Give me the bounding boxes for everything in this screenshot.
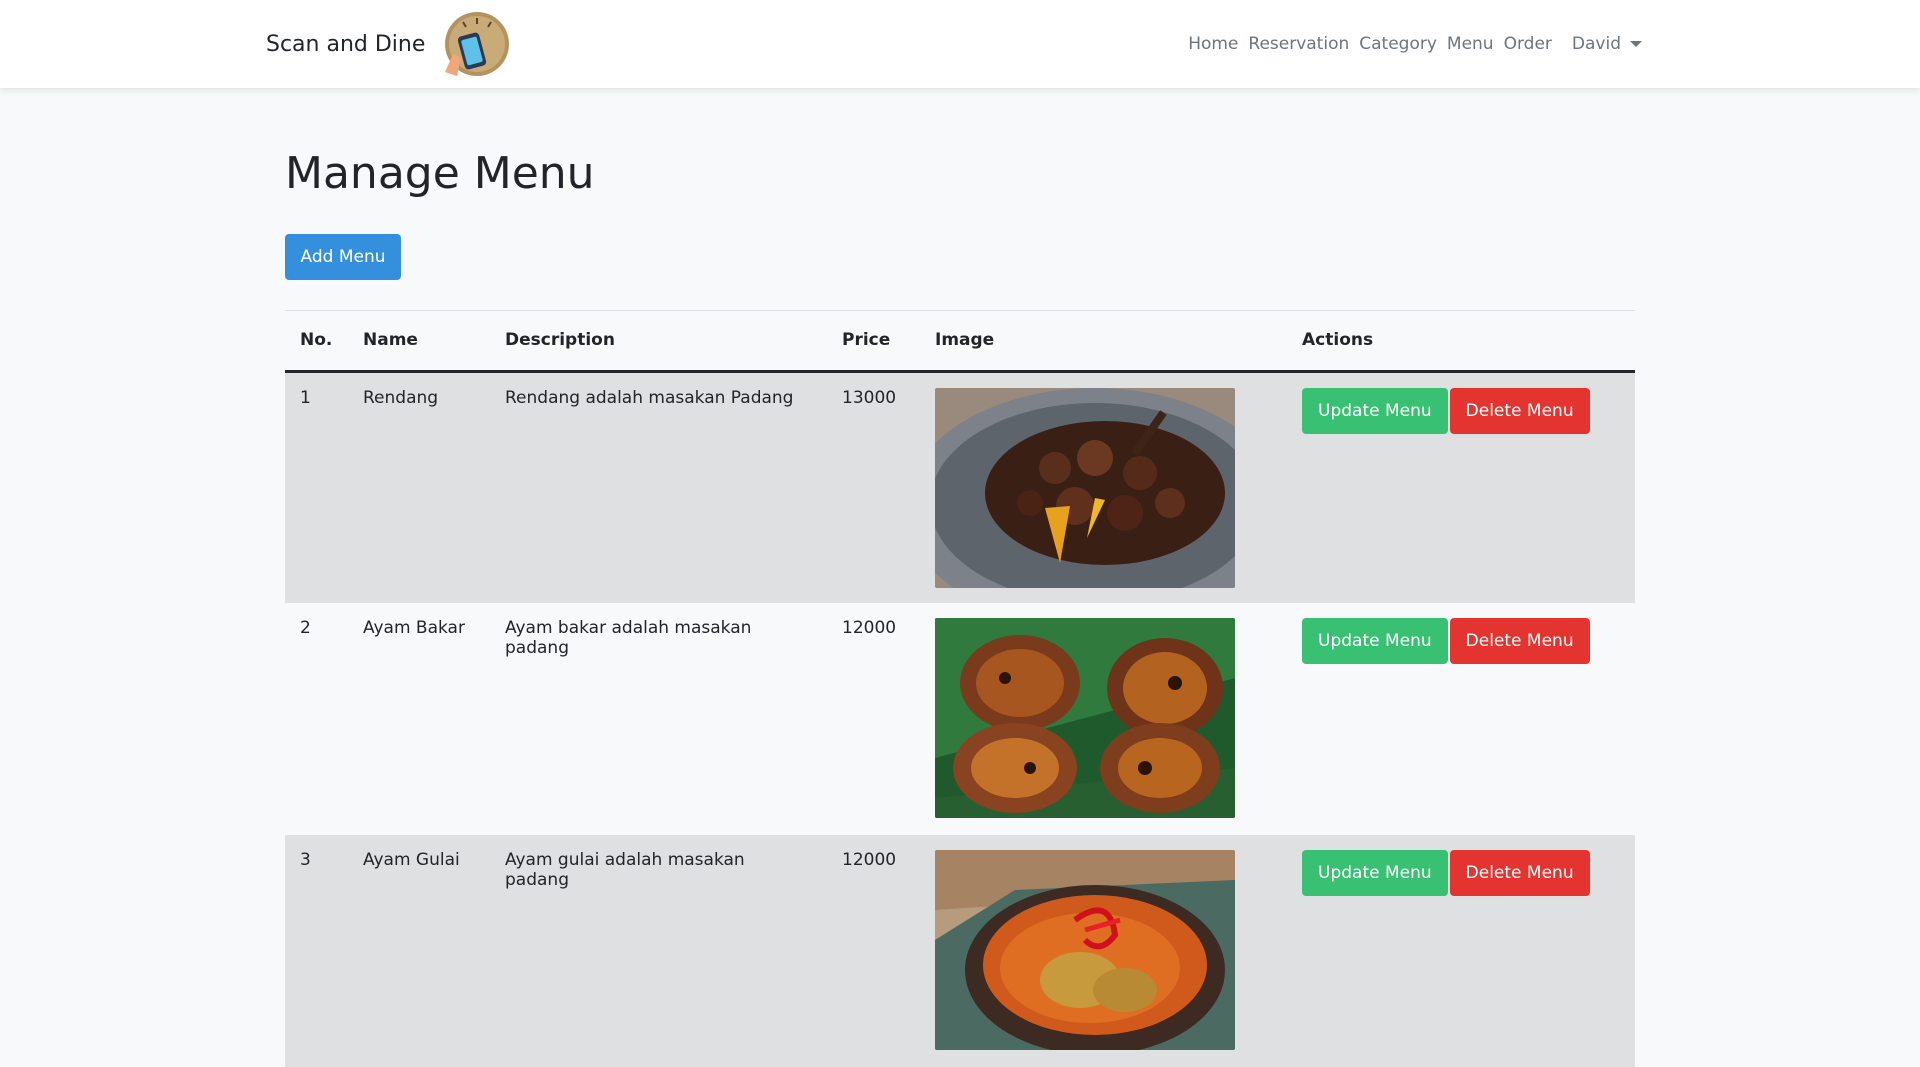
cell-actions: Update Menu Delete Menu: [1287, 371, 1635, 603]
header-no: No.: [285, 311, 348, 373]
nav-link-reservation[interactable]: Reservation: [1248, 34, 1349, 54]
delete-menu-button[interactable]: Delete Menu: [1449, 387, 1590, 434]
brand-link[interactable]: Scan and Dine: [266, 0, 511, 88]
ayam-gulai-image: [935, 850, 1235, 1050]
phone-clock-logo-icon: [443, 10, 511, 78]
update-menu-button[interactable]: Update Menu: [1302, 618, 1448, 664]
header-name: Name: [348, 311, 490, 373]
cell-image: [920, 835, 1287, 1067]
cell-no: 2: [300, 618, 311, 638]
cell-name: Ayam Gulai: [363, 850, 460, 870]
cell-no: 1: [300, 387, 311, 408]
cell-image: [920, 371, 1287, 603]
header-description: Description: [490, 311, 827, 373]
add-menu-button[interactable]: Add Menu: [285, 234, 401, 280]
cell-actions: Update Menu Delete Menu: [1287, 835, 1635, 1067]
page-title: Manage Menu: [285, 148, 595, 199]
table-row: 1 Rendang Rendang adalah masakan Padang …: [285, 371, 1635, 603]
cell-description: Ayam gulai adalah masakan padang: [505, 850, 745, 890]
nav-link-menu[interactable]: Menu: [1447, 34, 1494, 54]
cell-price: 12000: [842, 618, 897, 638]
brand-name: Scan and Dine: [266, 31, 426, 57]
caret-down-icon: [1630, 41, 1642, 47]
header-price: Price: [827, 311, 920, 373]
cell-description: Rendang adalah masakan Padang: [505, 387, 794, 408]
cell-image: [920, 603, 1287, 835]
user-name: David: [1571, 34, 1621, 54]
table-row: 2 Ayam Bakar Ayam bakar adalah masakan p…: [285, 603, 1635, 835]
cell-price: 12000: [842, 850, 897, 870]
ayam-bakar-image: [935, 618, 1235, 818]
cell-no: 3: [300, 850, 311, 870]
cell-name: Rendang: [363, 387, 439, 408]
cell-description: Ayam bakar adalah masakan padang: [505, 618, 752, 658]
nav-link-home[interactable]: Home: [1188, 34, 1238, 54]
cell-name: Ayam Bakar: [363, 618, 465, 638]
rendang-image: [935, 387, 1235, 588]
header-actions: Actions: [1287, 311, 1635, 373]
delete-menu-button[interactable]: Delete Menu: [1449, 618, 1590, 664]
navbar: Scan and Dine Home Reservation Category …: [0, 0, 1920, 88]
nav-link-order[interactable]: Order: [1504, 34, 1552, 54]
nav-links: Home Reservation Category Menu Order Dav…: [1188, 0, 1642, 88]
cell-price: 13000: [842, 387, 897, 408]
update-menu-button[interactable]: Update Menu: [1302, 850, 1448, 896]
table-row: 3 Ayam Gulai Ayam gulai adalah masakan p…: [285, 835, 1635, 1067]
menu-table: No. Name Description Price Image Actions…: [285, 311, 1635, 1067]
cell-actions: Update Menu Delete Menu: [1287, 603, 1635, 835]
menu-table-container: No. Name Description Price Image Actions…: [285, 310, 1635, 1067]
user-dropdown[interactable]: David: [1572, 34, 1642, 54]
table-header-row: No. Name Description Price Image Actions: [285, 311, 1635, 373]
nav-link-category[interactable]: Category: [1359, 34, 1437, 54]
header-image: Image: [920, 311, 1287, 373]
delete-menu-button[interactable]: Delete Menu: [1449, 850, 1590, 896]
update-menu-button[interactable]: Update Menu: [1302, 387, 1448, 434]
